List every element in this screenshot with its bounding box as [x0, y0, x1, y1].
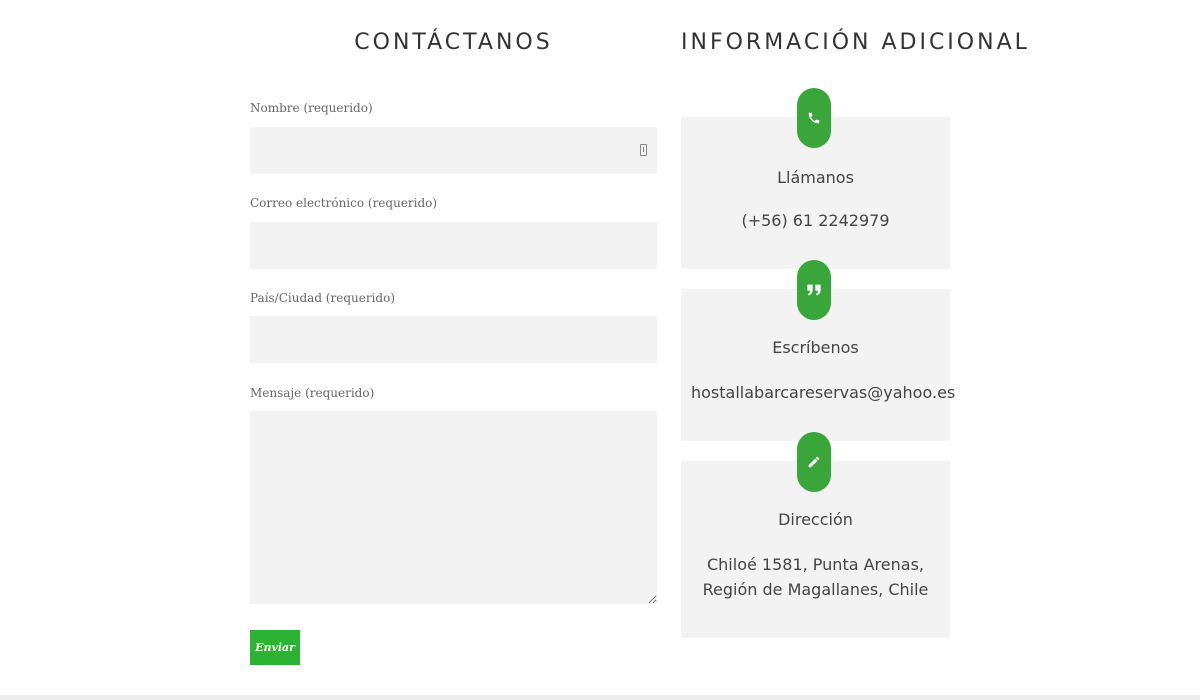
name-field[interactable] — [250, 127, 657, 174]
footer-divider — [0, 695, 1200, 700]
quote-icon — [797, 260, 831, 320]
address-card: Dirección Chiloé 1581, Punta Arenas, Reg… — [681, 432, 950, 638]
autofill-badge-icon[interactable] — [640, 144, 647, 156]
write-us-title: Escríbenos — [772, 338, 859, 357]
additional-info-title: INFORMACIÓN ADICIONAL — [681, 30, 1030, 55]
address-text: Chiloé 1581, Punta Arenas, Región de Mag… — [702, 555, 929, 599]
email-label: Correo electrónico (requerido) — [250, 196, 438, 210]
write-us-card: Escríbenos hostallabarcareservas@yahoo.e… — [681, 260, 955, 441]
country-city-field[interactable] — [250, 316, 657, 363]
contact-title: CONTÁCTANOS — [354, 30, 553, 55]
phone-icon — [797, 88, 831, 148]
message-label: Mensaje (requerido) — [250, 386, 375, 400]
name-label: Nombre (requerido) — [250, 101, 373, 115]
pencil-icon — [797, 432, 831, 492]
message-textarea[interactable] — [250, 411, 657, 604]
address-title: Dirección — [778, 510, 853, 529]
call-us-title: Llámanos — [777, 168, 854, 187]
country-city-label: País/Ciudad (requerido) — [250, 291, 396, 305]
call-us-card: Llámanos (+56) 61 2242979 — [681, 88, 950, 269]
email-address[interactable]: hostallabarcareservas@yahoo.es — [691, 380, 955, 405]
contact-page: CONTÁCTANOS INFORMACIÓN ADICIONAL Nombre… — [0, 0, 1200, 700]
phone-number[interactable]: (+56) 61 2242979 — [691, 208, 940, 233]
submit-button[interactable]: Enviar — [250, 630, 300, 665]
quote-icon-glyph — [807, 284, 821, 296]
pencil-icon-glyph — [808, 456, 820, 468]
phone-icon-glyph — [808, 112, 820, 124]
email-field[interactable] — [250, 222, 657, 269]
